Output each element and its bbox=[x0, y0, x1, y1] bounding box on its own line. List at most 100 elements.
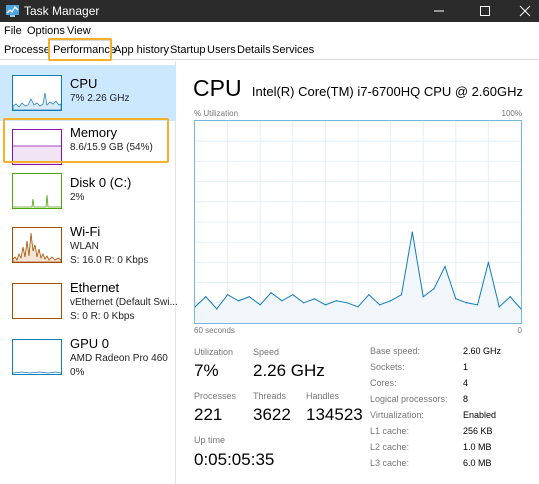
maximize-icon bbox=[480, 6, 490, 16]
threads-label: Threads bbox=[253, 391, 287, 401]
cpu-usage-point bbox=[368, 294, 370, 296]
uptime-value: 0:05:05:35 bbox=[194, 450, 275, 469]
cpu-usage-point bbox=[237, 300, 240, 302]
cpu-usage-point bbox=[259, 304, 261, 306]
cpu-usage-point bbox=[281, 300, 283, 302]
minimize-button[interactable] bbox=[419, 0, 459, 22]
tab-startup[interactable]: Startup bbox=[170, 42, 205, 59]
sidebar-disk-usage: 2% bbox=[70, 192, 85, 203]
spec-label-logical-processors: Logical processors: bbox=[370, 394, 448, 404]
cpu-model-name: Intel(R) Core(TM) i7-6700HQ CPU @ 2.60GH… bbox=[251, 84, 523, 99]
cpu-usage-point bbox=[476, 304, 479, 306]
spec-label-l2-cache: L2 cache: bbox=[370, 442, 410, 452]
graph-x-start-label: 60 seconds bbox=[194, 326, 235, 335]
tab-app-history[interactable]: App history bbox=[114, 42, 169, 59]
sidebar-gpu-title: GPU 0 bbox=[70, 336, 110, 351]
cpu-usage-point bbox=[400, 294, 403, 296]
tab-details[interactable]: Details bbox=[237, 42, 271, 59]
window-title: Task Manager bbox=[24, 4, 100, 18]
cpu-thumbnail-graph bbox=[12, 75, 62, 111]
sidebar-item-disk[interactable]: Disk 0 (C:) 2% bbox=[0, 173, 176, 229]
uptime-label: Up time bbox=[194, 435, 226, 445]
cpu-detail-panel: CPU Intel(R) Core(TM) i7-6700HQ CPU @ 2.… bbox=[177, 61, 539, 484]
cpu-usage-point bbox=[227, 294, 229, 296]
cpu-usage-point bbox=[466, 302, 468, 304]
sidebar-disk-title: Disk 0 (C:) bbox=[70, 175, 132, 190]
page-title: CPU bbox=[193, 75, 242, 101]
speed-value: 2.26 GHz bbox=[253, 361, 325, 380]
spec-value-virtualization: Enabled bbox=[463, 410, 497, 420]
sidebar-cpu-title: CPU bbox=[70, 76, 98, 91]
speed-label: Speed bbox=[253, 347, 280, 357]
gpu-thumbnail-graph bbox=[12, 339, 62, 375]
cpu-usage-point bbox=[313, 298, 316, 300]
performance-tab-highlight bbox=[48, 38, 112, 61]
cpu-usage-point bbox=[324, 304, 326, 306]
sidebar-wifi-title: Wi-Fi bbox=[70, 224, 101, 239]
spec-value-cores: 4 bbox=[463, 378, 469, 388]
maximize-button[interactable] bbox=[465, 0, 505, 22]
spec-label-l3-cache: L3 cache: bbox=[370, 458, 410, 468]
cpu-usage-point bbox=[270, 292, 272, 294]
graph-x-end-label: 0 bbox=[517, 326, 522, 335]
handles-label: Handles bbox=[306, 391, 340, 401]
tab-services[interactable]: Services bbox=[272, 42, 314, 59]
cpu-usage-point bbox=[487, 261, 489, 263]
cpu-usage-point bbox=[444, 265, 446, 268]
spec-value-l3-cache: 6.0 MB bbox=[463, 458, 492, 468]
close-icon bbox=[519, 5, 531, 17]
spec-value-l2-cache: 1.0 MB bbox=[463, 442, 492, 452]
spec-label-sockets: Sockets: bbox=[370, 362, 405, 372]
handles-value: 134523 bbox=[306, 405, 363, 424]
spec-label-virtualization: Virtualization: bbox=[370, 410, 424, 420]
sidebar-wifi-throughput: S: 16.0 R: 0 Kbps bbox=[70, 255, 149, 266]
threads-value: 3622 bbox=[253, 405, 291, 424]
sidebar-item-gpu[interactable]: GPU 0 AMD Radeon Pro 460 0% bbox=[0, 336, 176, 395]
sidebar-item-cpu[interactable]: CPU 7% 2.26 GHz bbox=[0, 65, 176, 121]
cpu-usage-point bbox=[422, 296, 424, 298]
cpu-usage-point bbox=[248, 296, 250, 298]
memory-item-highlight bbox=[3, 118, 169, 163]
processes-label: Processes bbox=[194, 391, 237, 401]
sidebar-item-wifi[interactable]: Wi-Fi WLAN S: 16.0 R: 0 Kbps bbox=[0, 224, 176, 283]
cpu-usage-point bbox=[433, 288, 435, 290]
minimize-icon bbox=[434, 10, 444, 12]
sidebar-gpu-model: AMD Radeon Pro 460 bbox=[70, 353, 168, 364]
spec-label-cores: Cores: bbox=[370, 378, 397, 388]
spec-label-base-speed: Base speed: bbox=[370, 346, 421, 356]
ethernet-thumbnail-graph bbox=[12, 283, 62, 319]
cpu-usage-point bbox=[379, 304, 381, 306]
sidebar-ethernet-title: Ethernet bbox=[70, 280, 120, 295]
menu-options[interactable]: Options bbox=[27, 25, 65, 37]
utilization-value: 7% bbox=[194, 361, 219, 380]
cpu-usage-point bbox=[411, 231, 413, 233]
cpu-graph-svg bbox=[195, 121, 521, 323]
title-bar: Task Manager bbox=[0, 0, 539, 22]
spec-value-l1-cache: 256 KB bbox=[463, 426, 493, 436]
processes-value: 221 bbox=[194, 405, 223, 424]
cpu-usage-point bbox=[509, 296, 511, 298]
cpu-usage-point bbox=[335, 300, 337, 302]
cpu-usage-point bbox=[455, 298, 457, 300]
sidebar-item-ethernet[interactable]: Ethernet vEthernet (Default Swi... S: 0 … bbox=[0, 280, 178, 339]
cpu-usage-point bbox=[357, 306, 359, 308]
sidebar-gpu-usage: 0% bbox=[70, 367, 85, 378]
cpu-usage-point bbox=[205, 296, 207, 298]
menu-view[interactable]: View bbox=[67, 25, 91, 37]
menu-file[interactable]: File bbox=[4, 25, 22, 37]
cpu-utilization-graph bbox=[194, 120, 522, 324]
spec-value-base-speed: 2.60 GHz bbox=[463, 346, 502, 356]
cpu-usage-point bbox=[303, 302, 305, 304]
task-manager-icon bbox=[6, 5, 19, 17]
sidebar-wifi-adapter: WLAN bbox=[70, 241, 99, 252]
tab-users[interactable]: Users bbox=[207, 42, 236, 59]
spec-value-sockets: 1 bbox=[463, 362, 469, 372]
cpu-usage-point bbox=[216, 308, 218, 310]
cpu-usage-point bbox=[292, 294, 294, 296]
spec-value-logical-processors: 8 bbox=[463, 394, 469, 404]
graph-y-max-label: 100% bbox=[501, 109, 522, 118]
cpu-usage-point bbox=[346, 302, 348, 304]
close-button[interactable] bbox=[505, 0, 539, 22]
sidebar-ethernet-throughput: S: 0 R: 0 Kbps bbox=[70, 311, 135, 322]
graph-y-label: % Utilization bbox=[194, 109, 239, 118]
